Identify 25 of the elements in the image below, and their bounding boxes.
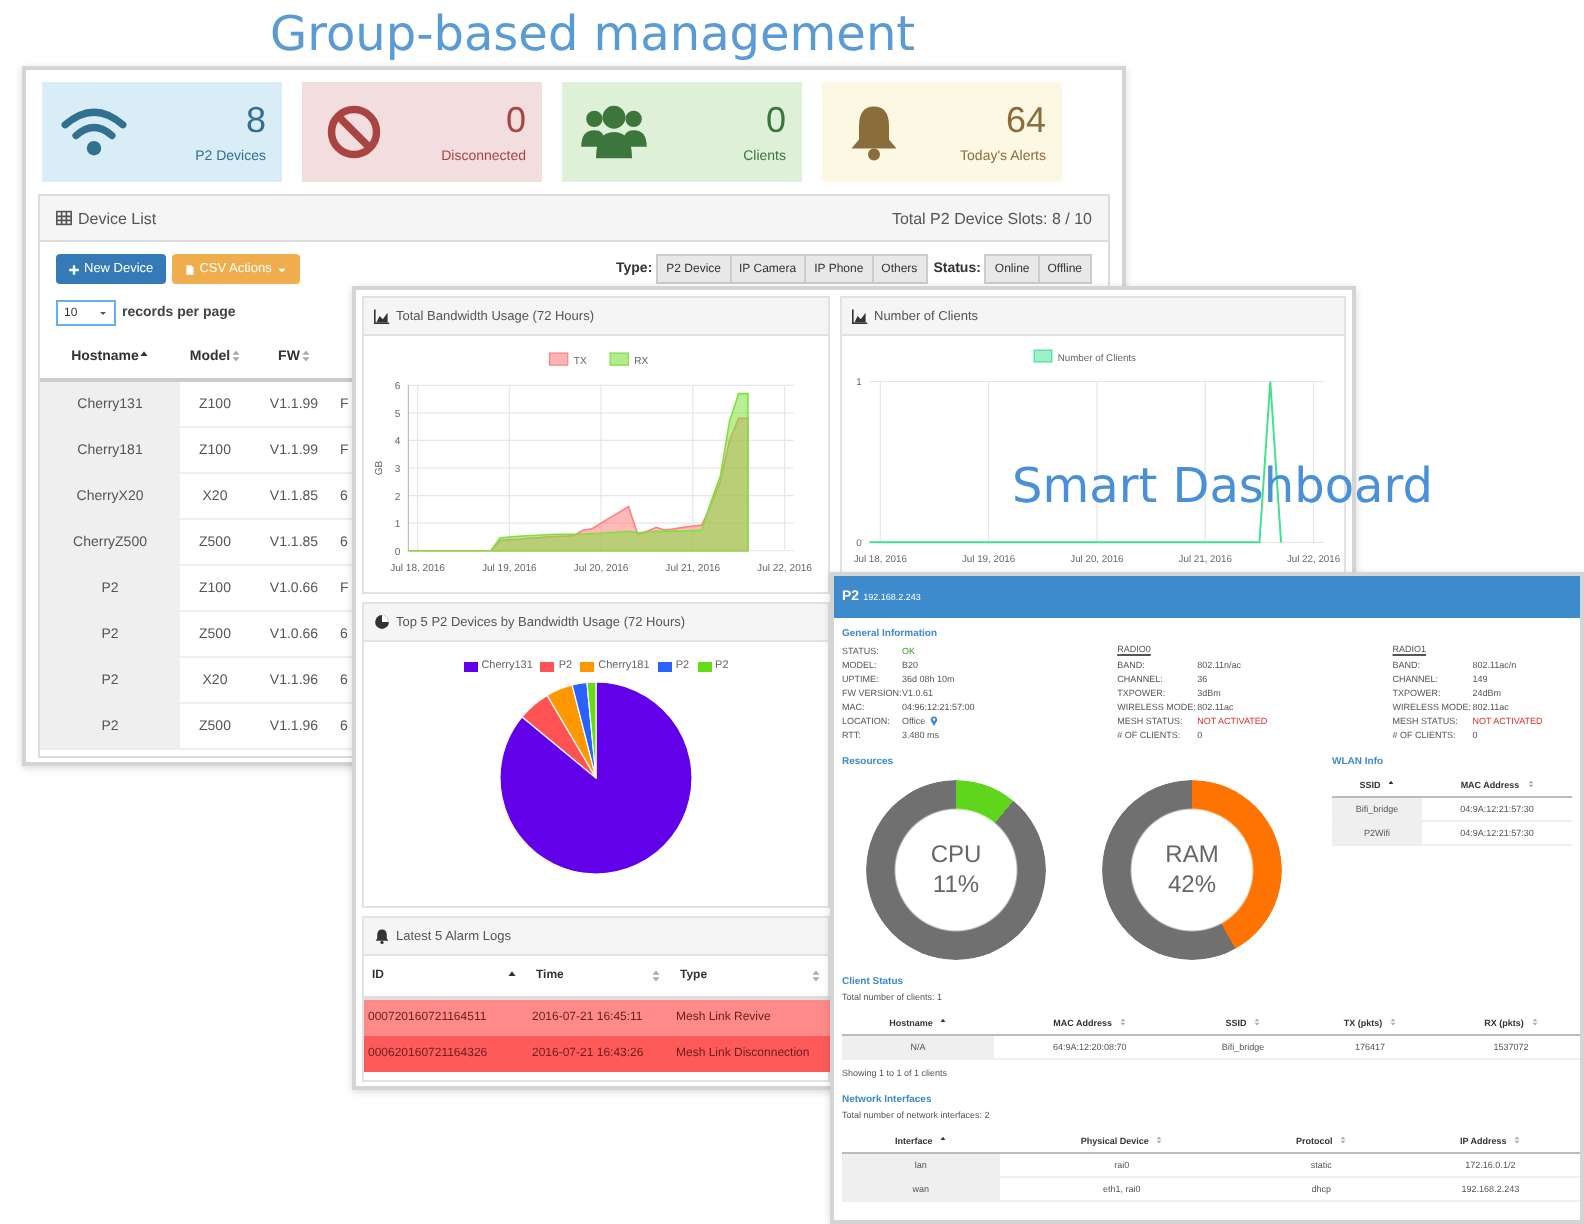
stat-value: 0 [765, 100, 786, 142]
legend-swatch [549, 352, 569, 366]
caret-icon [275, 263, 288, 275]
meter-label: CPU [930, 840, 982, 870]
meter-reading: 11% [932, 870, 980, 900]
area-chart-icon [852, 308, 868, 324]
meter-reading: 42% [1167, 870, 1217, 900]
legend-swatch [1033, 349, 1053, 363]
file-icon [183, 263, 196, 275]
stat-value: 0 [505, 100, 526, 142]
area-chart-icon [374, 308, 390, 324]
users-icon [578, 102, 650, 162]
stat-value: 8 [245, 100, 266, 142]
panel-title: Device List [78, 209, 157, 227]
table-icon [56, 210, 72, 226]
bell-icon [374, 928, 390, 944]
map-pin-icon [929, 716, 938, 726]
pie-chart-icon [374, 614, 390, 630]
slot-count: Total P2 Device Slots: 8 / 10 [891, 209, 1092, 227]
stat-value: 64 [1005, 100, 1046, 142]
meter-label: RAM [1165, 840, 1219, 870]
legend-swatch [609, 352, 629, 366]
caret-icon [98, 308, 108, 318]
plus-icon [68, 263, 80, 275]
headline: Group-based management [270, 6, 916, 62]
